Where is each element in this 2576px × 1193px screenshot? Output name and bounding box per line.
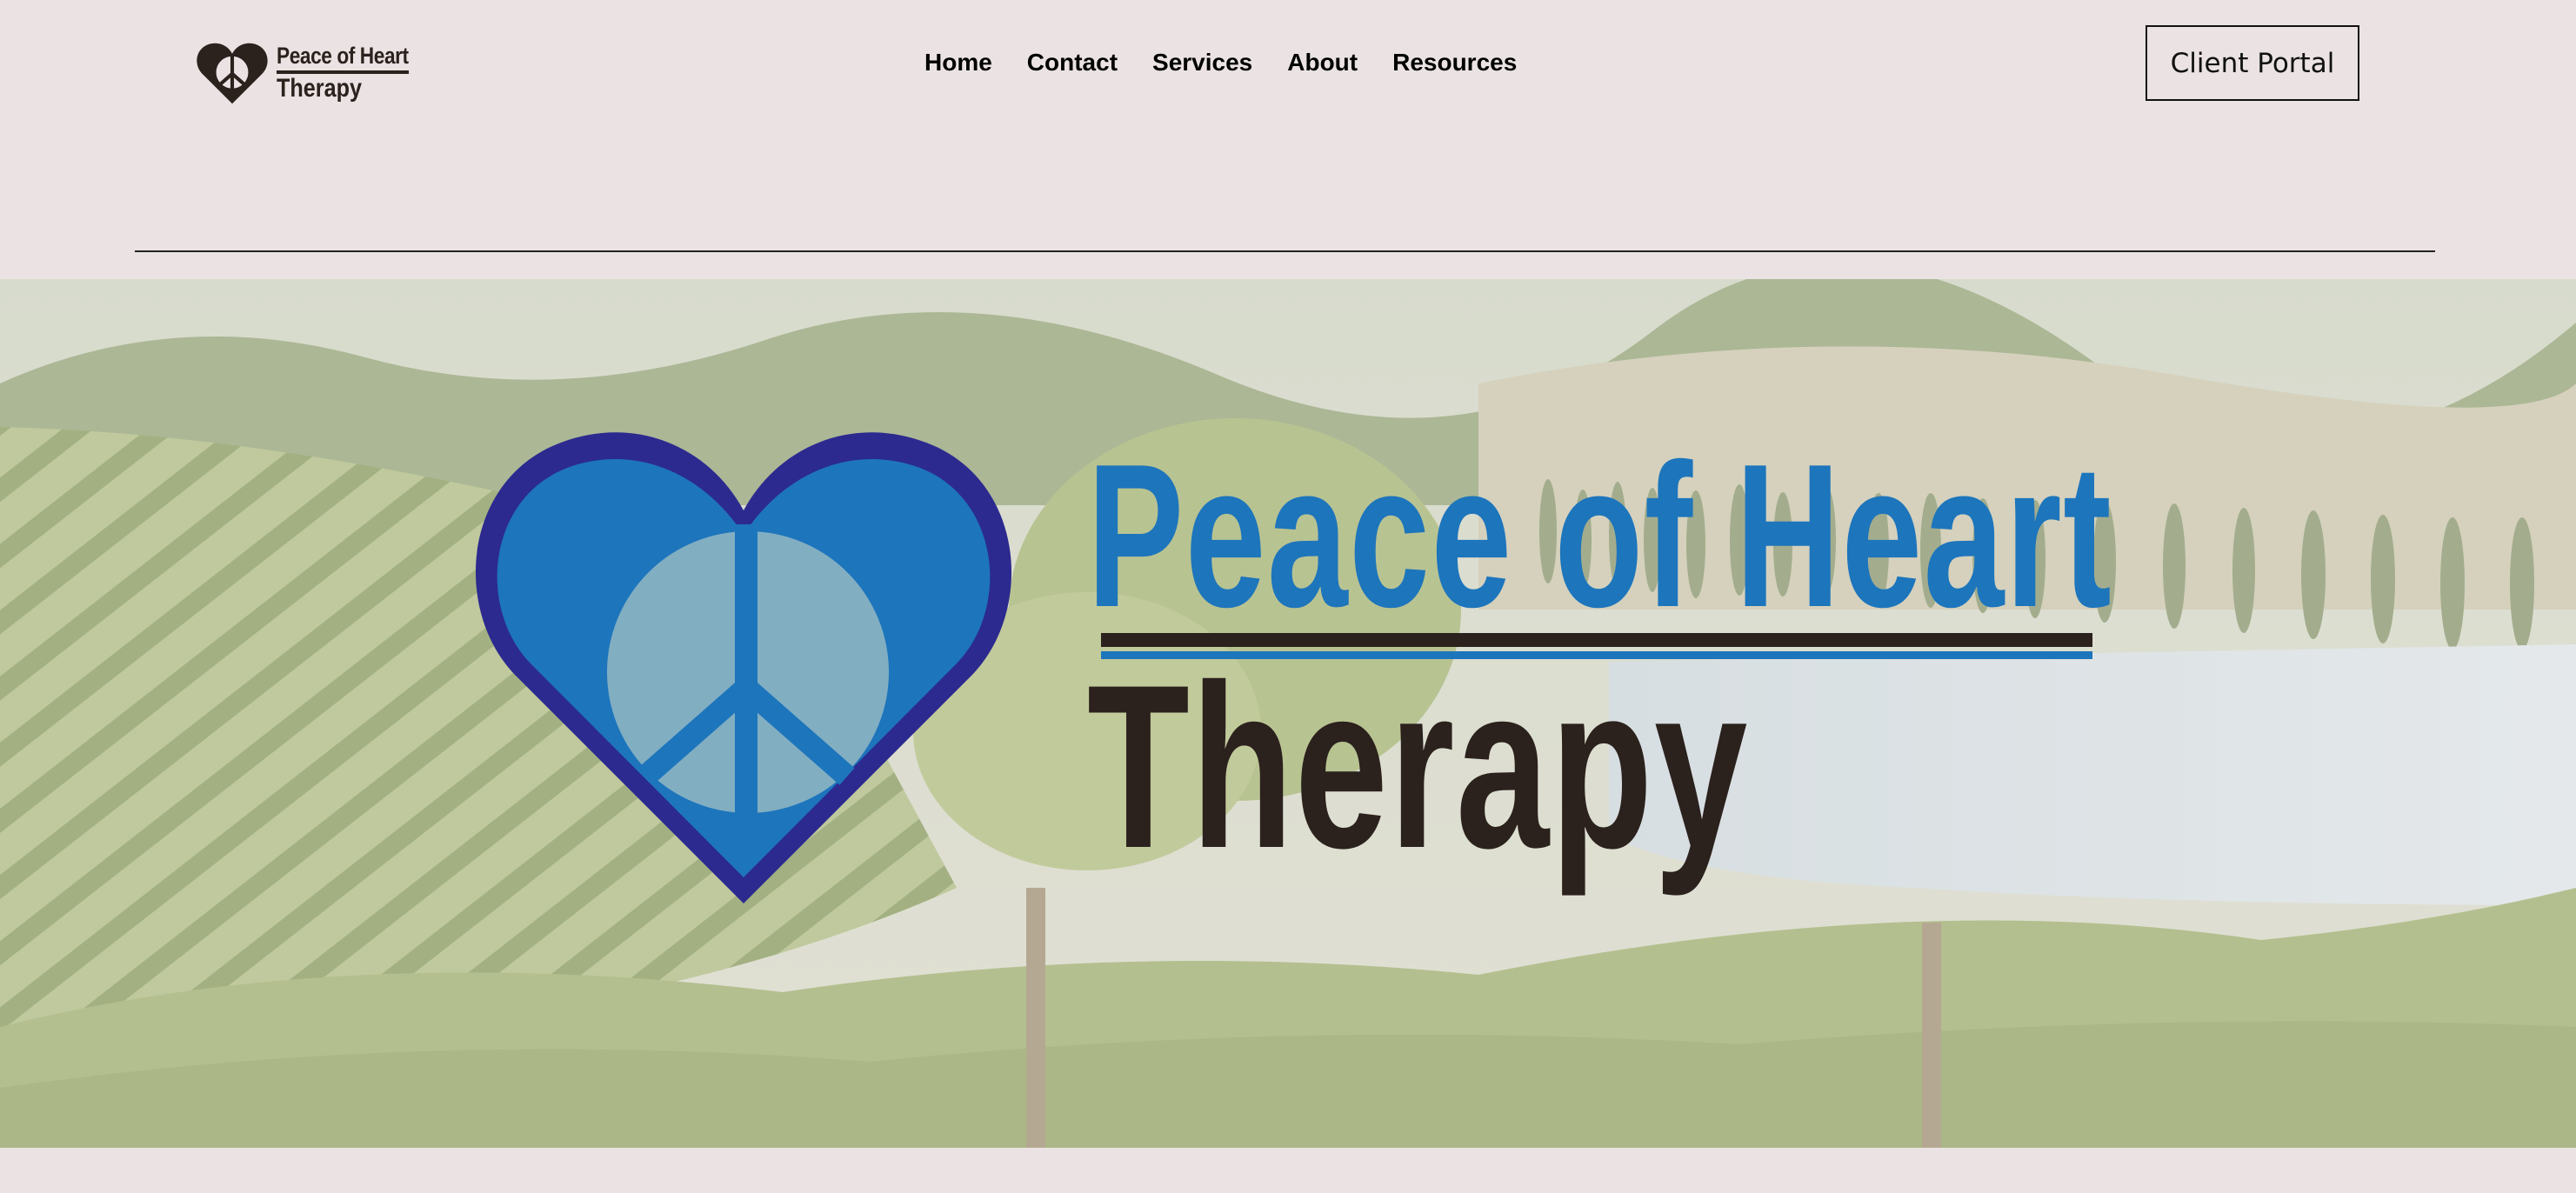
nav-home[interactable]: Home xyxy=(924,45,992,80)
logo-text-line2: Therapy xyxy=(277,74,363,103)
nav-services[interactable]: Services xyxy=(1152,45,1252,80)
site-logo[interactable]: Peace of Heart Therapy xyxy=(197,38,434,108)
logo-text-line1: Peace of Heart xyxy=(277,43,409,74)
peace-heart-logo-icon xyxy=(475,432,1012,903)
peace-heart-icon xyxy=(197,43,268,104)
hero-title-line1: Peace of Heart xyxy=(1087,421,2113,650)
nav-contact[interactable]: Contact xyxy=(1027,45,1118,80)
hero-title-line2: Therapy xyxy=(1087,636,1749,896)
client-portal-button[interactable]: Client Portal xyxy=(2146,25,2359,101)
header-divider xyxy=(135,250,2435,252)
hero-banner: Peace of Heart Therapy xyxy=(0,279,2576,1148)
nav-resources[interactable]: Resources xyxy=(1392,45,1517,80)
main-nav: Home Contact Services About Resources xyxy=(924,45,1552,80)
nav-about[interactable]: About xyxy=(1287,45,1358,80)
hero-wordmark: Peace of Heart Therapy xyxy=(1087,431,2112,918)
site-header: Peace of Heart Therapy Home Contact Serv… xyxy=(0,0,2576,139)
